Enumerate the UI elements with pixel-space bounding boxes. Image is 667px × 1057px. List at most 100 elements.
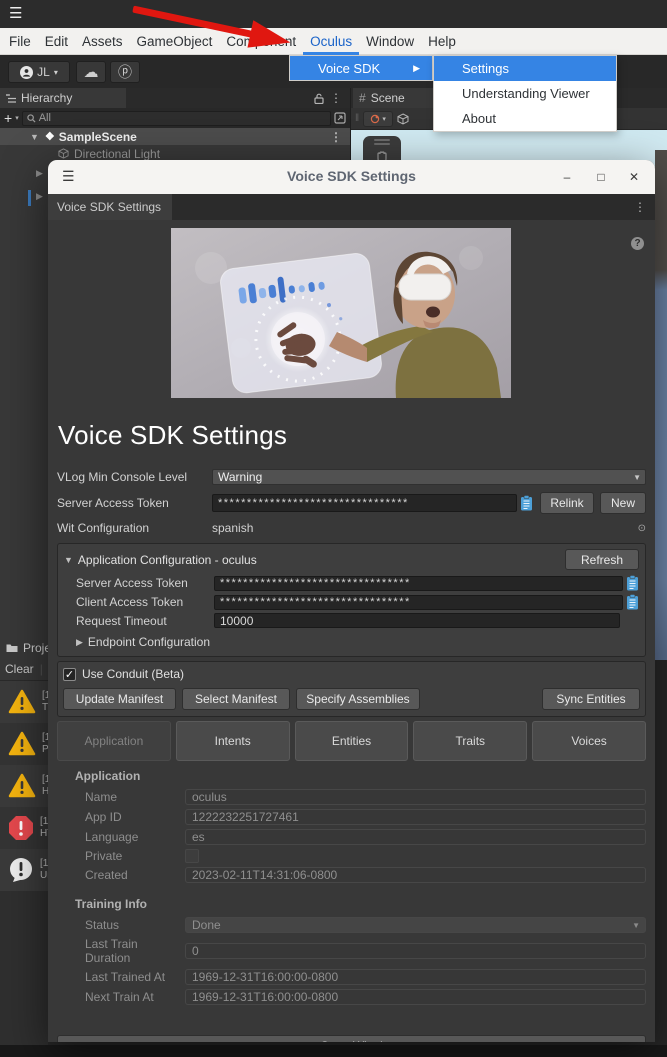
scene-kebab-icon[interactable]: ⋮ <box>330 130 342 144</box>
copy-clipboard-icon[interactable] <box>626 594 639 610</box>
relink-button[interactable]: Relink <box>540 492 594 514</box>
refresh-button[interactable]: Refresh <box>565 549 639 570</box>
search-icon <box>27 114 36 123</box>
os-titlebar: ☰ <box>0 0 667 28</box>
cloud-button[interactable]: ☁ <box>76 61 106 83</box>
chevron-down-icon: ▾ <box>382 115 386 123</box>
foldout-open-icon[interactable]: ▼ <box>64 555 73 565</box>
menu-help[interactable]: Help <box>421 28 463 55</box>
tab-hierarchy[interactable]: Hierarchy <box>0 88 126 108</box>
new-button[interactable]: New <box>600 492 646 514</box>
status-label: Status <box>57 918 185 932</box>
menu-component[interactable]: Component <box>219 28 303 55</box>
create-dropdown-icon[interactable]: ▾ <box>15 114 19 122</box>
last-trained-row: Last Trained At 1969-12-31T16:00:00-0800 <box>57 969 646 985</box>
menu-edit[interactable]: Edit <box>38 28 75 55</box>
foldout-open-icon[interactable]: ▼ <box>30 132 39 142</box>
scene-sliver <box>655 150 667 660</box>
statusbar-strip <box>0 1045 667 1057</box>
foldout-closed-icon: ▶ <box>76 637 83 648</box>
wit-config-value[interactable]: spanish <box>212 521 638 535</box>
selection-indicator <box>28 190 31 206</box>
hierarchy-search-input[interactable]: All <box>22 111 331 126</box>
tab-kebab-icon[interactable]: ⋮ <box>634 200 646 214</box>
box-client-token-row: Client Access Token ********************… <box>64 594 639 610</box>
person-icon <box>22 68 31 77</box>
tab-traits[interactable]: Traits <box>413 721 527 761</box>
maximize-button[interactable]: □ <box>593 169 609 185</box>
wit-config-row: Wit Configuration spanish ⊙ <box>57 521 646 535</box>
created-label: Created <box>57 868 185 882</box>
tab-voices[interactable]: Voices <box>532 721 646 761</box>
chevron-down-icon: ▼ <box>632 921 640 930</box>
window-popout-icon[interactable] <box>334 112 346 124</box>
toolbar-grip: ‖ <box>355 113 359 124</box>
hierarchy-row-samplescene[interactable]: ▼ ❖ SampleScene ⋮ <box>0 128 350 145</box>
endpoint-config-row[interactable]: ▶ Endpoint Configuration <box>76 635 639 649</box>
hierarchy-tabrow: Hierarchy ⋮ <box>0 88 350 108</box>
next-train-field: 1969-12-31T16:00:00-0800 <box>185 989 646 1005</box>
menu-item-settings[interactable]: Settings <box>434 56 616 81</box>
private-checkbox <box>185 849 199 863</box>
sync-entities-button[interactable]: Sync Entities <box>542 688 640 710</box>
palette-grip[interactable] <box>374 139 390 141</box>
conduit-checkbox[interactable]: ✓ <box>63 668 76 681</box>
foldout-closed-icon[interactable]: ▶ <box>36 168 43 179</box>
box-server-token-label: Server Access Token <box>64 576 214 590</box>
tab-intents[interactable]: Intents <box>176 721 290 761</box>
tab-application[interactable]: Application <box>57 721 171 761</box>
close-button[interactable]: ✕ <box>626 169 642 185</box>
hierarchy-filter-row: + ▾ All <box>0 108 350 128</box>
menu-file[interactable]: File <box>2 28 38 55</box>
submenu-arrow-icon: ▶ <box>413 63 420 74</box>
menu-item-understanding-viewer[interactable]: Understanding Viewer <box>434 81 616 106</box>
minimize-button[interactable]: – <box>559 169 575 185</box>
server-token-input[interactable]: ********************************* <box>212 494 517 512</box>
account-button[interactable]: JL ▾ <box>8 61 70 83</box>
menu-item-about[interactable]: About <box>434 106 616 131</box>
last-trained-value: 1969-12-31T16:00:00-0800 <box>192 970 338 984</box>
status-row: Status Done ▼ <box>57 917 646 933</box>
box-client-token-input[interactable]: ********************************* <box>214 595 623 610</box>
box-server-token-input[interactable]: ********************************* <box>214 576 623 591</box>
foldout-closed-icon[interactable]: ▶ <box>36 191 43 202</box>
menu-item-voice-sdk[interactable]: Voice SDK ▶ <box>290 56 432 80</box>
version-control-button[interactable]: ⓟ <box>110 61 140 83</box>
timeout-input[interactable]: 10000 <box>214 613 620 628</box>
help-icon[interactable]: ? <box>631 237 644 250</box>
gizmo-toggle-button[interactable]: ▾ <box>363 111 393 127</box>
specify-assemblies-button[interactable]: Specify Assemblies <box>296 688 420 710</box>
tab-scene[interactable]: # Scene <box>353 88 433 108</box>
gameobject-cube-icon <box>58 148 69 159</box>
menu-item-label: About <box>462 111 496 126</box>
open-wit-button[interactable]: Open Wit.ai <box>57 1035 646 1042</box>
scene-cube-icon[interactable] <box>397 113 409 125</box>
update-manifest-button[interactable]: Update Manifest <box>63 688 176 710</box>
tab-hierarchy-label: Hierarchy <box>21 91 72 105</box>
name-field: oculus <box>185 789 646 805</box>
select-manifest-button[interactable]: Select Manifest <box>182 688 290 710</box>
app-menu-icon[interactable]: ☰ <box>9 4 22 22</box>
window-titlebar[interactable]: ☰ Voice SDK Settings – □ ✕ <box>48 160 655 194</box>
console-clear-button[interactable]: Clear <box>5 662 34 676</box>
hierarchy-kebab-icon[interactable]: ⋮ <box>330 91 342 105</box>
menu-window[interactable]: Window <box>359 28 421 55</box>
vlog-level-select[interactable]: Warning ▼ <box>212 469 646 485</box>
create-button[interactable]: + <box>4 111 12 125</box>
menu-assets[interactable]: Assets <box>75 28 130 55</box>
vlog-label: VLog Min Console Level <box>57 470 212 484</box>
tab-voice-sdk-settings[interactable]: Voice SDK Settings <box>48 194 172 220</box>
menu-gameobject[interactable]: GameObject <box>130 28 220 55</box>
status-value: Done <box>192 918 221 932</box>
menu-oculus[interactable]: Oculus <box>303 28 359 55</box>
app-config-header[interactable]: ▼ Application Configuration - oculus Ref… <box>64 549 639 570</box>
object-picker-icon[interactable]: ⊙ <box>638 523 646 534</box>
tab-entities[interactable]: Entities <box>295 721 409 761</box>
token-mask: ********************************* <box>220 577 411 589</box>
copy-clipboard-icon[interactable] <box>520 495 533 511</box>
copy-clipboard-icon[interactable] <box>626 575 639 591</box>
conduit-checkbox-row[interactable]: ✓ Use Conduit (Beta) <box>63 667 640 681</box>
warning-icon <box>8 731 36 757</box>
lock-icon[interactable] <box>314 93 324 104</box>
timeout-value: 10000 <box>220 614 253 628</box>
